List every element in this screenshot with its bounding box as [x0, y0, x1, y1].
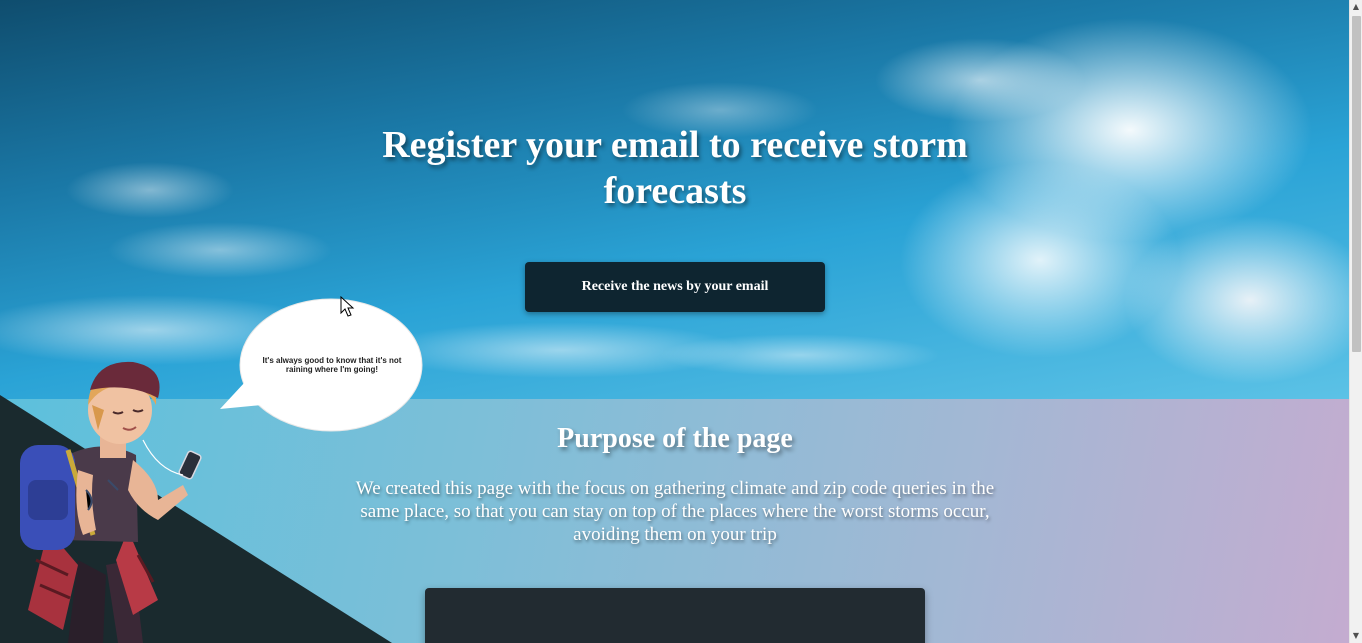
receive-news-button[interactable]: Receive the news by your email: [525, 262, 825, 312]
page: Register your email to receive storm for…: [0, 0, 1362, 643]
hero-title: Register your email to receive storm for…: [382, 124, 968, 212]
traveler-illustration: [20, 361, 202, 643]
scroll-down-arrow[interactable]: ▼: [1350, 629, 1362, 643]
mouse-cursor-icon: [340, 296, 355, 317]
scroll-up-arrow[interactable]: ▲: [1350, 0, 1362, 14]
speech-bubble-text: It's always good to know that it's not r…: [262, 356, 402, 374]
email-form-card: [425, 588, 925, 643]
viewport: Register your email to receive storm for…: [0, 0, 1349, 643]
vertical-scrollbar[interactable]: ▲ ▼: [1349, 0, 1362, 643]
purpose-title: Purpose of the page: [557, 423, 793, 454]
scrollbar-thumb[interactable]: [1352, 16, 1361, 352]
chevron-down-icon: ▼: [1352, 631, 1360, 640]
chevron-up-icon: ▲: [1352, 2, 1360, 11]
purpose-description: We created this page with the focus on g…: [355, 478, 995, 545]
